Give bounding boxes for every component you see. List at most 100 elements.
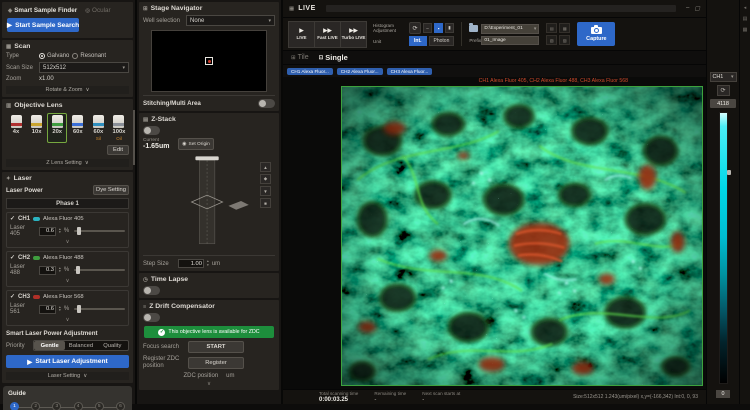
stack-capture-icon-button[interactable]: ▦ xyxy=(559,23,570,33)
rotate-zoom-link[interactable]: Rotate & Zoom ∨ xyxy=(6,86,129,94)
guide-step-1[interactable]: 1 xyxy=(10,402,19,410)
ch1-expand-chevron[interactable]: ∨ xyxy=(10,239,125,245)
focus-search-start-button[interactable]: START xyxy=(188,341,244,353)
set-origin-button[interactable]: ◉ Set Origin xyxy=(178,138,214,150)
histogram-full-range-button[interactable]: ▮ xyxy=(445,23,454,33)
histogram-auto-button[interactable]: ⟳ xyxy=(409,22,421,34)
histogram-decrease-button[interactable]: – xyxy=(423,23,432,33)
ch1-dye-name[interactable]: Alexa Fluor 405 xyxy=(43,216,84,222)
start-laser-adjustment-button[interactable]: ▶ Start Laser Adjustment xyxy=(6,355,129,368)
lut-gradient-bar[interactable] xyxy=(719,112,728,384)
objective-10x[interactable]: 10x xyxy=(27,113,47,143)
chip-ch3[interactable]: CH3 Alexa Fluor... xyxy=(387,68,433,75)
z-lens-setting-link[interactable]: Z Lens Setting ∨ xyxy=(6,159,129,167)
time-lapse-toggle[interactable] xyxy=(143,286,160,295)
guide-step-4[interactable]: 4 xyxy=(74,402,83,410)
map-capture-icon-button[interactable]: ▧ xyxy=(546,35,557,45)
scan-size-select[interactable]: 512x512 ▾ xyxy=(39,62,129,73)
priority-gentle[interactable]: Gentle xyxy=(34,341,65,350)
guide-step-3[interactable]: 3 xyxy=(52,402,61,410)
stage-position-marker[interactable] xyxy=(205,57,213,65)
tile-capture-icon-button[interactable]: ▨ xyxy=(559,35,570,45)
laser-setting-link[interactable]: Laser Setting ∨ xyxy=(6,372,129,380)
ch3-expand-chevron[interactable]: ∨ xyxy=(10,317,125,323)
live-button[interactable]: ▶ LIVE xyxy=(288,21,315,48)
stitching-toggle[interactable] xyxy=(258,99,275,108)
start-sample-search-button[interactable]: ▶ Start Sample Search xyxy=(7,18,79,32)
ch2-checkbox[interactable]: ✓ xyxy=(10,254,15,261)
left-scrollbar[interactable] xyxy=(133,110,135,165)
z-set-top-button[interactable]: ▲ xyxy=(260,162,271,172)
lut-range-handle[interactable] xyxy=(727,170,731,175)
chip-ch2[interactable]: CH2 Alexa Fluor... xyxy=(337,68,383,75)
stage-map[interactable] xyxy=(151,30,267,92)
objective-20x-selected[interactable]: 20x xyxy=(47,113,67,143)
step-size-input[interactable]: 1.00 xyxy=(178,259,204,268)
unit-int-button[interactable]: Int. xyxy=(409,36,427,46)
zdc-expand-chevron[interactable]: ∨ xyxy=(143,381,275,387)
minimize-icon[interactable]: – xyxy=(686,5,689,12)
chip-ch1[interactable]: CH1 Alexa Fluor... xyxy=(287,68,333,75)
ch2-dye-name[interactable]: Alexa Fluor 488 xyxy=(43,255,84,261)
guide-step-2[interactable]: 2 xyxy=(31,402,40,410)
ch2-expand-chevron[interactable]: ∨ xyxy=(10,278,125,284)
z-stack-toggle[interactable] xyxy=(143,126,160,135)
ch3-power-stepper[interactable]: ▴▾ xyxy=(59,306,61,312)
turbo-live-button[interactable]: ▶▶ Turbo LIVE xyxy=(340,21,367,48)
edit-button[interactable]: Edit xyxy=(107,145,129,155)
panel-drag-bar[interactable] xyxy=(326,5,676,12)
histogram-fit-button[interactable]: ▪ xyxy=(434,23,443,33)
ch2-power-slider[interactable] xyxy=(74,269,125,271)
slider-handle[interactable] xyxy=(77,305,81,313)
info-panel-icon[interactable]: ▦ xyxy=(743,27,748,33)
ch2-power-stepper[interactable]: ▴▾ xyxy=(59,267,61,273)
float-panel-icon[interactable]: ▢ xyxy=(694,5,700,12)
ch3-checkbox[interactable]: ✓ xyxy=(10,293,15,300)
ch1-checkbox[interactable]: ✓ xyxy=(10,215,15,222)
z-reset-button[interactable]: ■ xyxy=(260,198,271,208)
dye-setting-button[interactable]: Dye Setting xyxy=(93,185,129,195)
tab-smart-sample-finder[interactable]: ◈ Smart Sample Finder xyxy=(8,7,77,14)
ch1-power-stepper[interactable]: ▴▾ xyxy=(59,228,61,234)
guide-step-6[interactable]: 6 xyxy=(116,402,125,410)
save-path-select[interactable]: D:\Experiment_01 ▾ xyxy=(481,24,539,34)
capture-button[interactable]: Capture xyxy=(577,22,615,46)
ch3-power-input[interactable]: 0.6 xyxy=(39,305,56,314)
live-image-frame[interactable] xyxy=(341,86,703,386)
tool-panel-icon[interactable]: ▤ xyxy=(743,16,748,22)
z-set-bottom-button[interactable]: ▼ xyxy=(260,186,271,196)
register-button[interactable]: Register xyxy=(188,357,244,369)
fast-live-button[interactable]: ▶▶ Fast LIVE xyxy=(314,21,341,48)
step-size-stepper[interactable]: ▴▾ xyxy=(207,260,209,266)
ch3-power-slider[interactable] xyxy=(74,308,125,310)
lut-channel-select[interactable]: CH1 ▾ xyxy=(710,72,737,82)
ch2-power-input[interactable]: 0.3 xyxy=(39,266,56,275)
ch3-dye-name[interactable]: Alexa Fluor 568 xyxy=(43,294,84,300)
tab-ocular[interactable]: ◎ Ocular xyxy=(85,7,110,14)
objective-60x[interactable]: 60x xyxy=(68,113,88,143)
priority-quality[interactable]: Quality xyxy=(97,341,128,350)
z-set-center-button[interactable]: ◆ xyxy=(260,174,271,184)
priority-balanced[interactable]: Balanced xyxy=(65,341,96,350)
prefix-input[interactable] xyxy=(481,36,539,45)
slider-handle[interactable] xyxy=(77,227,81,235)
objective-4x[interactable]: 4x xyxy=(6,113,26,143)
folder-icon[interactable] xyxy=(469,25,478,32)
ch1-power-slider[interactable] xyxy=(74,230,125,232)
objective-100x-oil[interactable]: 100x Oil xyxy=(109,113,129,143)
slider-handle[interactable] xyxy=(76,266,80,274)
well-selection-select[interactable]: None ▾ xyxy=(186,15,275,26)
ch1-power-input[interactable]: 0.6 xyxy=(39,227,56,236)
lut-min-value[interactable]: 0 xyxy=(716,390,730,398)
tab-tile[interactable]: ⊞ Tile xyxy=(291,54,309,61)
tab-single[interactable]: ⊡ Single xyxy=(319,53,348,62)
guide-step-5[interactable]: 5 xyxy=(95,402,104,410)
radio-galvano[interactable]: Galvano xyxy=(39,53,69,59)
lut-auto-scale-button[interactable]: ⟳ xyxy=(717,85,730,96)
zdc-toggle[interactable] xyxy=(143,313,160,322)
series-capture-icon-button[interactable]: ▤ xyxy=(546,23,557,33)
objective-60x-sil[interactable]: 60x Sil xyxy=(88,113,108,143)
radio-resonant[interactable]: Resonant xyxy=(72,53,106,59)
lut-max-value[interactable]: 4118 xyxy=(710,99,736,108)
collapse-panel-icon[interactable]: ◂ xyxy=(744,5,747,11)
